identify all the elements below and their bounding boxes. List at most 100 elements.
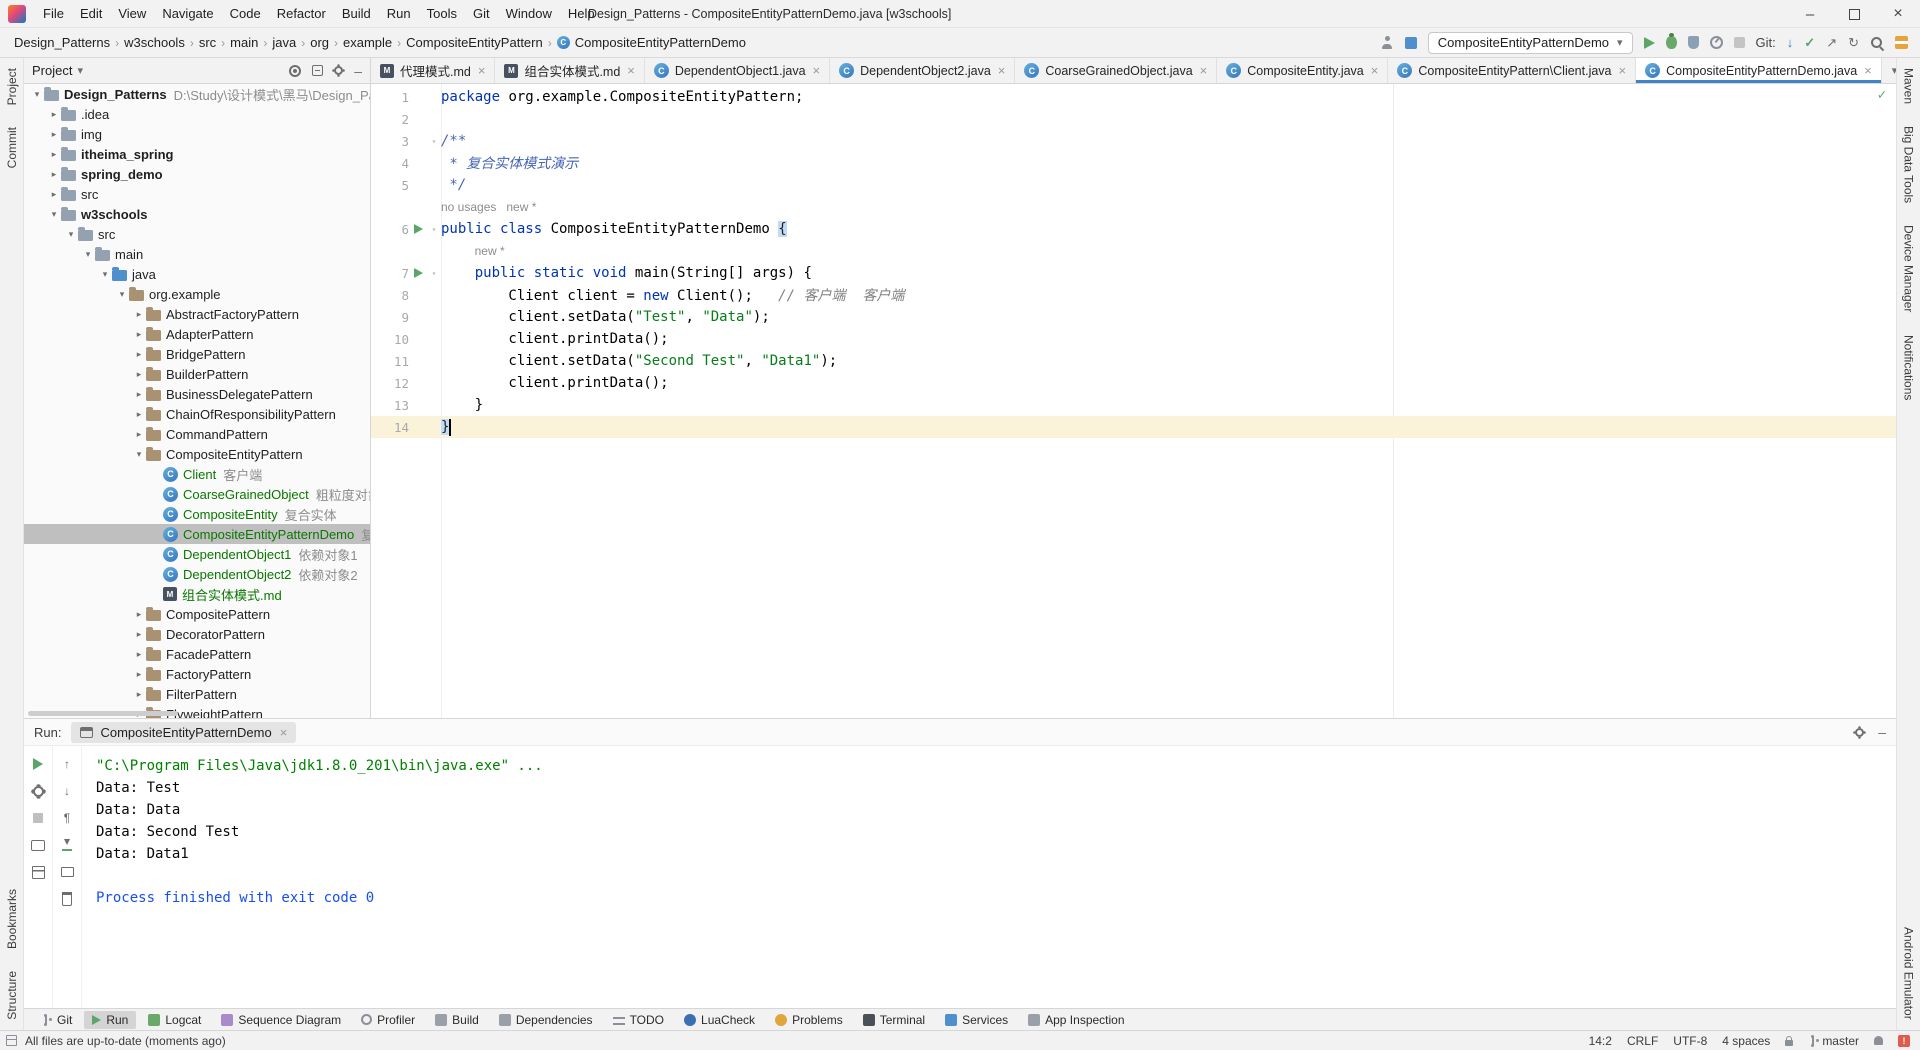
restore-layout-button[interactable] [30, 864, 46, 880]
tree-item[interactable]: CommandPattern [24, 424, 370, 444]
menu-git[interactable]: Git [466, 2, 497, 25]
stop-button[interactable] [1733, 37, 1745, 48]
stripe-button-bookmarks[interactable]: Bookmarks [5, 889, 19, 949]
toolwindow-button-sequence-diagram[interactable]: Sequence Diagram [213, 1011, 349, 1029]
tree-expand-chevron-icon[interactable] [47, 189, 61, 200]
tree-expand-chevron-icon[interactable] [132, 629, 146, 640]
tree-item[interactable]: FactoryPattern [24, 664, 370, 684]
editor-tab[interactable]: 组合实体模式.md [495, 58, 645, 83]
settings-button[interactable] [30, 783, 46, 799]
tree-expand-chevron-icon[interactable] [132, 389, 146, 400]
stripe-button-android-emulator[interactable]: Android Emulator [1902, 927, 1916, 1020]
up-stack-button[interactable] [59, 756, 75, 772]
close-icon[interactable] [1200, 63, 1208, 78]
tree-collapse-chevron-icon[interactable] [47, 209, 61, 220]
breadcrumb-item[interactable]: CompositeEntityPattern [402, 33, 547, 52]
tree-item[interactable]: CompositeEntity 复合实体 [24, 504, 370, 524]
tree-collapse-chevron-icon[interactable] [115, 289, 129, 300]
update-project-button[interactable] [1787, 35, 1794, 50]
tree-expand-chevron-icon[interactable] [47, 169, 61, 180]
tree-expand-chevron-icon[interactable] [132, 649, 146, 660]
notifications-icon[interactable] [1874, 1036, 1883, 1045]
tree-item[interactable]: BuilderPattern [24, 364, 370, 384]
menu-tools[interactable]: Tools [420, 2, 464, 25]
tree-collapse-chevron-icon[interactable] [30, 89, 44, 100]
close-icon[interactable] [813, 63, 821, 78]
close-icon[interactable] [998, 63, 1006, 78]
tree-collapse-chevron-icon[interactable] [132, 449, 146, 460]
tree-item[interactable]: main [24, 244, 370, 264]
tree-expand-chevron-icon[interactable] [132, 409, 146, 420]
tree-expand-chevron-icon[interactable] [132, 329, 146, 340]
project-view-chevron-icon[interactable] [77, 64, 83, 77]
search-everywhere-icon[interactable] [1870, 36, 1884, 50]
menu-file[interactable]: File [36, 2, 71, 25]
hide-panel-icon[interactable] [354, 63, 362, 79]
editor-tab[interactable]: CoarseGrainedObject.java [1015, 58, 1218, 83]
tree-item[interactable]: spring_demo [24, 164, 370, 184]
tree-item[interactable]: src [24, 184, 370, 204]
tree-expand-chevron-icon[interactable] [132, 369, 146, 380]
tree-item[interactable]: ChainOfResponsibilityPattern [24, 404, 370, 424]
toolwindow-button-todo[interactable]: TODO [605, 1011, 672, 1029]
editor-tab[interactable]: 代理模式.md [371, 58, 496, 83]
tree-expand-chevron-icon[interactable] [132, 669, 146, 680]
run-button[interactable] [1643, 36, 1655, 49]
toolwindow-button-profiler[interactable]: Profiler [353, 1011, 423, 1029]
tree-item[interactable]: BridgePattern [24, 344, 370, 364]
tree-expand-chevron-icon[interactable] [132, 309, 146, 320]
gear-icon[interactable] [334, 66, 344, 75]
tree-expand-chevron-icon[interactable] [132, 689, 146, 700]
menu-view[interactable]: View [111, 2, 153, 25]
console-output[interactable]: "C:\Program Files\Java\jdk1.8.0_201\bin\… [82, 747, 1896, 1008]
ide-error-icon[interactable] [1898, 1034, 1910, 1047]
line-separator[interactable]: CRLF [1627, 1034, 1658, 1048]
lock-icon[interactable] [1785, 1035, 1794, 1046]
menu-navigate[interactable]: Navigate [155, 2, 220, 25]
tree-item[interactable]: .idea [24, 104, 370, 124]
tree-item[interactable]: DecoratorPattern [24, 624, 370, 644]
collapse-all-icon[interactable] [312, 65, 324, 76]
run-line-icon[interactable] [413, 268, 423, 278]
tree-item[interactable]: AdapterPattern [24, 324, 370, 344]
menu-refactor[interactable]: Refactor [270, 2, 333, 25]
code-with-me-icon[interactable] [1381, 36, 1394, 49]
tree-item[interactable]: src [24, 224, 370, 244]
fold-marker-icon[interactable] [427, 225, 441, 234]
close-icon[interactable] [627, 63, 635, 78]
toolwindow-button-services[interactable]: Services [937, 1011, 1016, 1029]
inspections-ok-icon[interactable] [1878, 87, 1886, 103]
soft-wrap-button[interactable] [59, 810, 75, 826]
run-line-icon[interactable] [413, 224, 423, 234]
tree-item[interactable]: org.example [24, 284, 370, 304]
gear-icon[interactable] [1855, 727, 1865, 737]
tree-expand-chevron-icon[interactable] [132, 349, 146, 360]
push-button[interactable] [1826, 35, 1837, 51]
tree-item[interactable]: 组合实体模式.md [24, 584, 370, 604]
menu-run[interactable]: Run [380, 2, 418, 25]
fold-marker-icon[interactable] [427, 137, 441, 146]
menu-code[interactable]: Code [223, 2, 268, 25]
tool-window-switcher-icon[interactable] [6, 1035, 17, 1046]
tree-collapse-chevron-icon[interactable] [98, 269, 112, 280]
tree-item[interactable]: java [24, 264, 370, 284]
tree-item[interactable]: FacadePattern [24, 644, 370, 664]
tree-expand-chevron-icon[interactable] [132, 609, 146, 620]
editor[interactable]: 1 package org.example.CompositeEntityPatt… [371, 84, 1896, 718]
breadcrumb-item[interactable]: java [268, 33, 300, 52]
debug-button[interactable] [1665, 33, 1677, 49]
toolwindow-button-run[interactable]: Run [84, 1010, 137, 1029]
tree-expand-chevron-icon[interactable] [47, 109, 61, 120]
toolwindow-button-terminal[interactable]: Terminal [855, 1011, 933, 1029]
stripe-button-commit[interactable]: Commit [5, 127, 19, 168]
commit-button[interactable] [1804, 35, 1815, 51]
menu-edit[interactable]: Edit [73, 2, 109, 25]
run-config-select[interactable]: CompositeEntityPatternDemo [1427, 31, 1633, 54]
fold-marker-icon[interactable] [427, 269, 441, 278]
settings-sync-icon[interactable] [1404, 36, 1417, 49]
tree-expand-chevron-icon[interactable] [47, 149, 61, 160]
indent-style[interactable]: 4 spaces [1722, 1034, 1770, 1048]
breadcrumb-item[interactable]: org [306, 33, 333, 52]
stripe-button-device-manager[interactable]: Device Manager [1902, 225, 1916, 312]
tree-item[interactable]: img [24, 124, 370, 144]
